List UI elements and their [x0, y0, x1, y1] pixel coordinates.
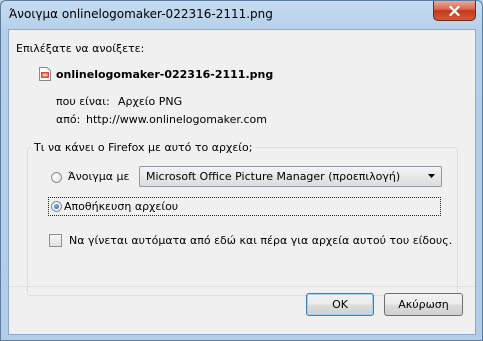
- open-with-label[interactable]: Άνοιγμα με: [68, 170, 129, 183]
- auto-action-label[interactable]: Να γίνεται αυτόματα από εδώ και πέρα για…: [69, 234, 452, 247]
- file-type-label: που είναι:: [56, 95, 110, 108]
- button-separator: [9, 286, 475, 287]
- action-group-legend: Τι να κάνει ο Firefox με αυτό το αρχείο;: [31, 141, 256, 154]
- auto-action-checkbox[interactable]: [49, 234, 62, 247]
- save-file-label: Αποθήκευση αρχείου: [64, 200, 179, 213]
- file-source-value: http://www.onlinelogomaker.com: [86, 113, 267, 126]
- file-source-label: από:: [56, 113, 81, 126]
- open-with-select[interactable]: Microsoft Office Picture Manager (προεπι…: [139, 166, 442, 187]
- open-with-selected-value: Microsoft Office Picture Manager (προεπι…: [146, 170, 401, 183]
- ok-button[interactable]: OK: [306, 293, 374, 316]
- close-icon: [449, 5, 460, 16]
- open-with-radio[interactable]: [51, 172, 62, 183]
- window-title: Άνοιγμα onlinelogomaker-022316-2111.png: [9, 7, 273, 21]
- dialog-body: Επιλέξατε να ανοίξετε: onlinelogomaker-0…: [8, 29, 476, 335]
- file-type-value: Αρχείο PNG: [118, 95, 183, 108]
- cancel-button[interactable]: Ακύρωση: [384, 293, 463, 316]
- chevron-down-icon: [428, 174, 435, 178]
- dialog-window: Άνοιγμα onlinelogomaker-022316-2111.png …: [0, 0, 483, 341]
- png-file-icon: [39, 67, 51, 81]
- prompt-text: Επιλέξατε να ανοίξετε:: [16, 42, 145, 55]
- close-button[interactable]: [433, 1, 476, 21]
- save-file-focus-row[interactable]: Αποθήκευση αρχείου: [48, 197, 441, 216]
- file-name: onlinelogomaker-022316-2111.png: [56, 68, 274, 81]
